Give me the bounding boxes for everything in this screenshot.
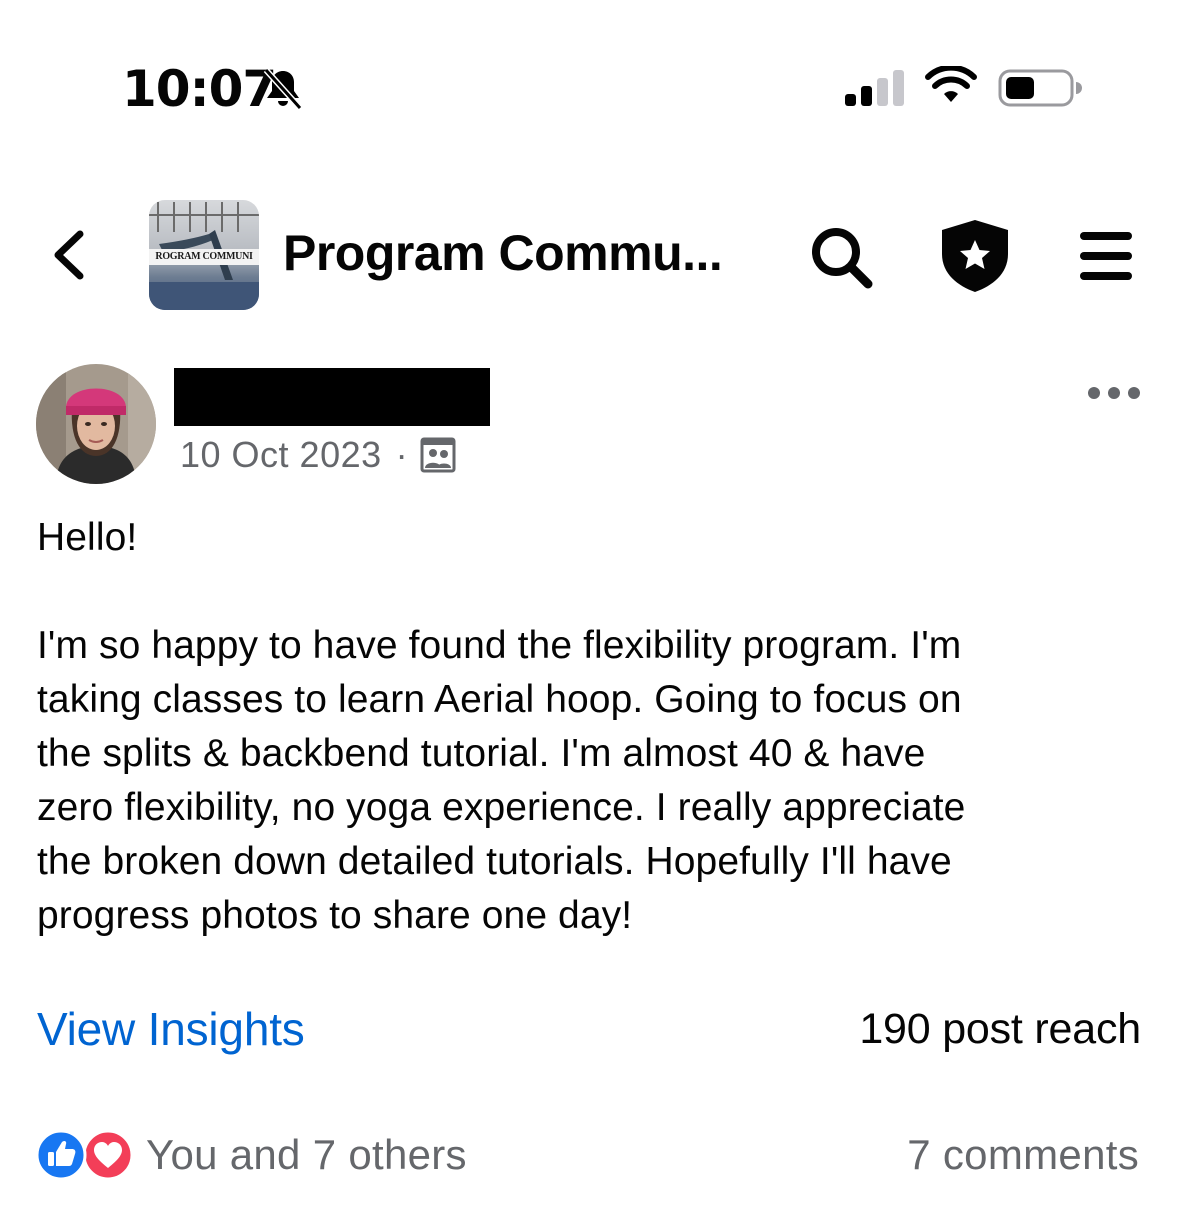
author-name-redacted[interactable] <box>174 368 490 426</box>
author-avatar[interactable] <box>36 364 156 484</box>
love-icon <box>82 1129 134 1181</box>
group-title[interactable]: Program Commu... <box>283 224 723 282</box>
more-horizontal-icon[interactable] <box>1086 382 1142 404</box>
wifi-icon <box>925 66 977 102</box>
cellular-signal-icon <box>845 70 904 106</box>
reaction-icons[interactable] <box>36 1129 136 1181</box>
search-icon[interactable] <box>806 222 876 292</box>
comments-count[interactable]: 7 comments <box>907 1131 1139 1179</box>
post-body: Hello! I'm so happy to have found the fl… <box>37 511 1147 943</box>
post-page: 10:07 ROGRAM COMMUNI Program Commu... 10… <box>0 0 1179 1205</box>
status-time: 10:07 <box>122 60 277 118</box>
reactions-summary[interactable]: You and 7 others <box>146 1131 467 1179</box>
post-text: I'm so happy to have found the flexibili… <box>37 624 966 937</box>
bell-slash-icon <box>263 67 303 111</box>
meta-separator: · <box>395 434 409 475</box>
author-avatar-image <box>36 364 156 484</box>
group-thumbnail-label: ROGRAM COMMUNI <box>149 249 259 265</box>
post-reach: 190 post reach <box>859 1005 1141 1053</box>
post-meta: 10 Oct 2023 · <box>180 434 456 476</box>
admin-shield-star-icon[interactable] <box>938 218 1012 294</box>
post-date[interactable]: 10 Oct 2023 <box>180 434 382 476</box>
hamburger-menu-icon[interactable] <box>1078 228 1134 284</box>
group-thumbnail[interactable]: ROGRAM COMMUNI <box>149 200 259 310</box>
like-icon <box>36 1129 87 1181</box>
battery-icon <box>998 69 1082 107</box>
back-button[interactable] <box>44 226 94 284</box>
group-members-icon <box>420 437 456 473</box>
view-insights-link[interactable]: View Insights <box>37 1002 305 1056</box>
post-greeting: Hello! <box>37 516 138 559</box>
